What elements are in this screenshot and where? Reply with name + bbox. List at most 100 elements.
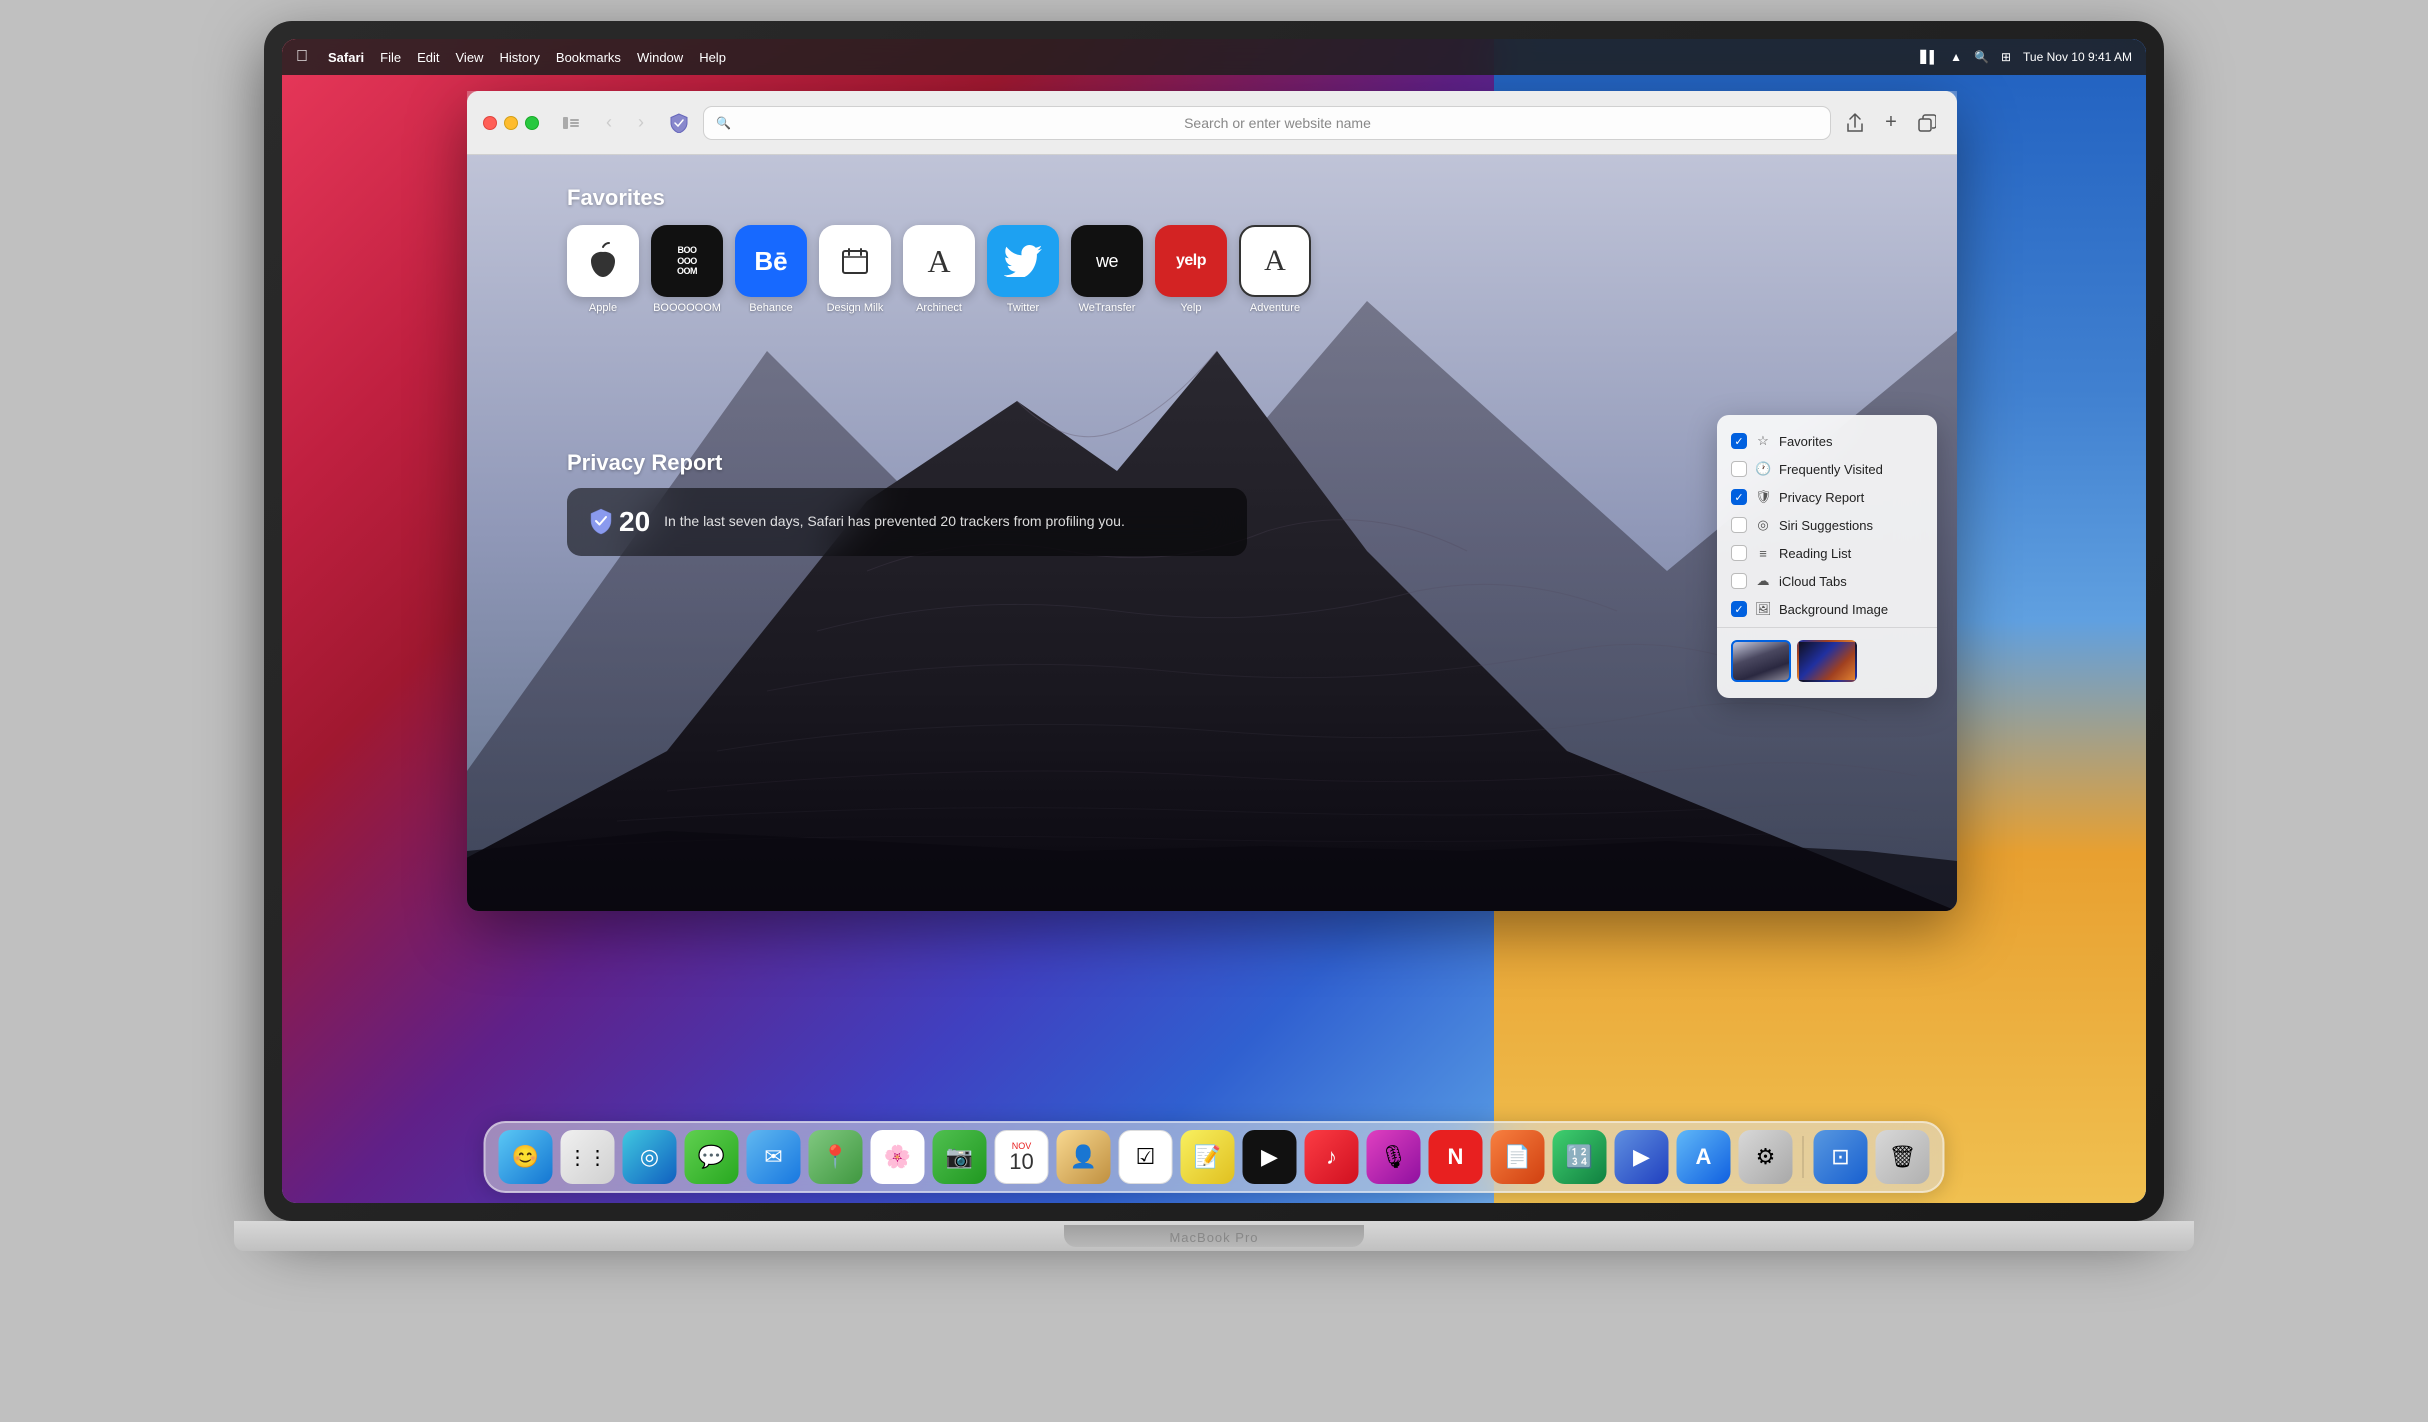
siri-suggestions-icon: ◎ xyxy=(1755,517,1771,533)
favorite-twitter[interactable]: Twitter xyxy=(987,225,1059,314)
favorite-boooooom[interactable]: BOOOOOOOM BOOOOOOM xyxy=(651,225,723,314)
apple-menu-icon[interactable]:  xyxy=(296,48,308,66)
sidebar-toggle-button[interactable] xyxy=(557,109,585,137)
customize-siri-suggestions[interactable]: ◎ Siri Suggestions xyxy=(1717,511,1937,539)
dock-messages[interactable]: 💬 xyxy=(685,1130,739,1184)
dock-mail[interactable]: ✉ xyxy=(747,1130,801,1184)
traffic-lights xyxy=(483,116,539,130)
favorite-yelp[interactable]: yelp Yelp xyxy=(1155,225,1227,314)
bg-thumbnail-2[interactable] xyxy=(1797,640,1857,682)
dock-news[interactable]: N xyxy=(1429,1130,1483,1184)
privacy-report-checkbox[interactable]: ✓ xyxy=(1731,489,1747,505)
customize-frequently-visited[interactable]: 🕐 Frequently Visited xyxy=(1717,455,1937,483)
back-button[interactable]: ‹ xyxy=(595,109,623,137)
dock-contacts[interactable]: 👤 xyxy=(1057,1130,1111,1184)
background-image-label: Background Image xyxy=(1779,602,1888,617)
archinect-icon: A xyxy=(903,225,975,297)
dock-finder[interactable]: 😊 xyxy=(499,1130,553,1184)
adventure-label: Adventure xyxy=(1250,302,1300,314)
boooooom-label: BOOOOOOM xyxy=(653,302,721,314)
archinect-label: Archinect xyxy=(916,302,962,314)
favorites-title: Favorites xyxy=(567,185,1311,211)
customize-favorites[interactable]: ✓ ☆ Favorites xyxy=(1717,427,1937,455)
reading-list-checkbox[interactable] xyxy=(1731,545,1747,561)
favorite-wetransfer[interactable]: we WeTransfer xyxy=(1071,225,1143,314)
frequently-visited-checkbox[interactable] xyxy=(1731,461,1747,477)
menubar-help[interactable]: Help xyxy=(699,50,726,65)
share-button[interactable] xyxy=(1841,109,1869,137)
wetransfer-label: WeTransfer xyxy=(1079,302,1136,314)
bg-thumbnail-1[interactable] xyxy=(1731,640,1791,682)
macbook-base: MacBook Pro xyxy=(234,1221,2194,1251)
favorites-icon: ☆ xyxy=(1755,433,1771,449)
privacy-report-card[interactable]: 20 In the last seven days, Safari has pr… xyxy=(567,488,1247,556)
new-tab-button[interactable]: + xyxy=(1877,109,1905,137)
dock-notes[interactable]: 📝 xyxy=(1181,1130,1235,1184)
favorites-checkbox[interactable]: ✓ xyxy=(1731,433,1747,449)
minimize-button[interactable] xyxy=(504,116,518,130)
notes-icon: 📝 xyxy=(1194,1144,1221,1170)
menubar-file[interactable]: File xyxy=(380,50,401,65)
dock-photos[interactable]: 🌸 xyxy=(871,1130,925,1184)
forward-button[interactable]: › xyxy=(627,109,655,137)
control-center-icon[interactable]: ⊞ xyxy=(2001,50,2011,64)
dock-keynote[interactable]: ▶ xyxy=(1615,1130,1669,1184)
keynote-icon: ▶ xyxy=(1633,1144,1650,1170)
systemprefs-icon: ⚙ xyxy=(1756,1144,1776,1170)
menubar-edit[interactable]: Edit xyxy=(417,50,439,65)
dock-trash[interactable]: 🗑 xyxy=(1876,1130,1930,1184)
dock-pages[interactable]: 📄 xyxy=(1491,1130,1545,1184)
tabs-button[interactable] xyxy=(1913,109,1941,137)
dock-airplay[interactable]: ⊡ xyxy=(1814,1130,1868,1184)
customize-privacy-report[interactable]: ✓ 🛡 Privacy Report xyxy=(1717,483,1937,511)
twitter-label: Twitter xyxy=(1007,302,1039,314)
reading-list-icon: ≡ xyxy=(1755,546,1771,561)
dock-appletv[interactable]: ▶ xyxy=(1243,1130,1297,1184)
siri-suggestions-checkbox[interactable] xyxy=(1731,517,1747,533)
news-icon: N xyxy=(1448,1144,1464,1170)
messages-icon: 💬 xyxy=(698,1144,725,1170)
privacy-report-text: In the last seven days, Safari has preve… xyxy=(664,512,1125,532)
dock-maps[interactable]: 📍 xyxy=(809,1130,863,1184)
dock-podcasts[interactable]: 🎙 xyxy=(1367,1130,1421,1184)
fullscreen-button[interactable] xyxy=(525,116,539,130)
favorites-label: Favorites xyxy=(1779,434,1832,449)
customize-reading-list[interactable]: ≡ Reading List xyxy=(1717,539,1937,567)
favorite-apple[interactable]: Apple xyxy=(567,225,639,314)
appstore-icon: A xyxy=(1696,1144,1712,1170)
dock-numbers[interactable]: 🔢 xyxy=(1553,1130,1607,1184)
dock-reminders[interactable]: ☑ xyxy=(1119,1130,1173,1184)
favorite-designmilk[interactable]: Design Milk xyxy=(819,225,891,314)
dock: 😊 ⋮⋮ ◎ 💬 ✉ 📍 xyxy=(484,1121,1945,1193)
menubar-bookmarks[interactable]: Bookmarks xyxy=(556,50,621,65)
dock-facetime[interactable]: 📷 xyxy=(933,1130,987,1184)
favorite-archinect[interactable]: A Archinect xyxy=(903,225,975,314)
background-image-checkbox[interactable]: ✓ xyxy=(1731,601,1747,617)
calendar-day-icon: 10 xyxy=(1009,1151,1033,1173)
customize-icloud-tabs[interactable]: ☁ iCloud Tabs xyxy=(1717,567,1937,595)
menubar-history[interactable]: History xyxy=(499,50,539,65)
dock-safari[interactable]: ◎ xyxy=(623,1130,677,1184)
favorite-behance[interactable]: Bē Behance xyxy=(735,225,807,314)
address-bar[interactable]: 🔍 Search or enter website name xyxy=(703,106,1831,140)
macbook-model-label: MacBook Pro xyxy=(1169,1230,1258,1245)
menubar-view[interactable]: View xyxy=(456,50,484,65)
safari-content: Favorites Apple xyxy=(467,155,1957,911)
menubar-app-name[interactable]: Safari xyxy=(328,50,364,65)
search-menubar-icon[interactable]: 🔍 xyxy=(1974,50,1989,64)
dock-calendar[interactable]: NOV 10 xyxy=(995,1130,1049,1184)
dock-systemprefs[interactable]: ⚙ xyxy=(1739,1130,1793,1184)
customize-background-image[interactable]: ✓ 🖼 Background Image xyxy=(1717,595,1937,623)
dock-appstore[interactable]: A xyxy=(1677,1130,1731,1184)
dock-music[interactable]: ♪ xyxy=(1305,1130,1359,1184)
close-button[interactable] xyxy=(483,116,497,130)
finder-icon: 😊 xyxy=(512,1144,539,1170)
reading-list-label: Reading List xyxy=(1779,546,1851,561)
twitter-icon xyxy=(987,225,1059,297)
boooooom-icon: BOOOOOOOM xyxy=(651,225,723,297)
menubar-window[interactable]: Window xyxy=(637,50,683,65)
icloud-tabs-checkbox[interactable] xyxy=(1731,573,1747,589)
dock-launchpad[interactable]: ⋮⋮ xyxy=(561,1130,615,1184)
favorite-adventure[interactable]: A Adventure xyxy=(1239,225,1311,314)
designmilk-label: Design Milk xyxy=(827,302,884,314)
